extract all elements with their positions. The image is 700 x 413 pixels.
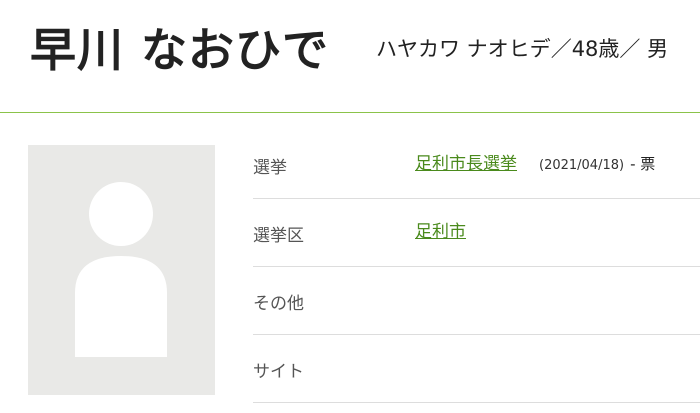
info-label: サイト [253,362,304,382]
candidate-page: 早川 なおひで ハヤカワ ナオヒデ／48歳／ 男 選挙 足利市長選挙 (2021/… [0,0,700,413]
info-label: 選挙区 [253,226,304,246]
info-value: 足利市長選挙 (2021/04/18) - 票 [415,151,655,179]
info-row-district: 選挙区 足利市 [253,199,700,267]
election-date: (2021/04/18) [539,158,625,173]
candidate-sex: 男 [647,37,669,61]
info-row-election: 選挙 足利市長選挙 (2021/04/18) - 票 [253,131,700,199]
separator: ／ [550,37,572,61]
election-link[interactable]: 足利市長選挙 [415,154,517,174]
profile-header: 早川 なおひで ハヤカワ ナオヒデ／48歳／ 男 [0,0,700,113]
candidate-kana: ハヤカワ ナオヒデ [376,37,551,61]
info-row-other: その他 [253,267,700,335]
separator: ／ [619,37,641,61]
info-label: その他 [253,294,304,314]
candidate-photo-placeholder [28,145,215,395]
info-table: 選挙 足利市長選挙 (2021/04/18) - 票 選挙区 足利市 その他 サイト [253,131,700,403]
vote-count: - 票 [630,155,656,173]
candidate-subtitle: ハヤカワ ナオヒデ／48歳／ 男 [376,34,668,64]
district-link[interactable]: 足利市 [415,222,466,242]
candidate-age: 48歳 [571,37,620,61]
info-value: 足利市 [415,219,466,245]
candidate-name: 早川 なおひで [30,23,330,77]
info-row-site: サイト [253,335,700,403]
person-silhouette-icon [75,182,167,357]
info-label: 選挙 [253,158,287,178]
